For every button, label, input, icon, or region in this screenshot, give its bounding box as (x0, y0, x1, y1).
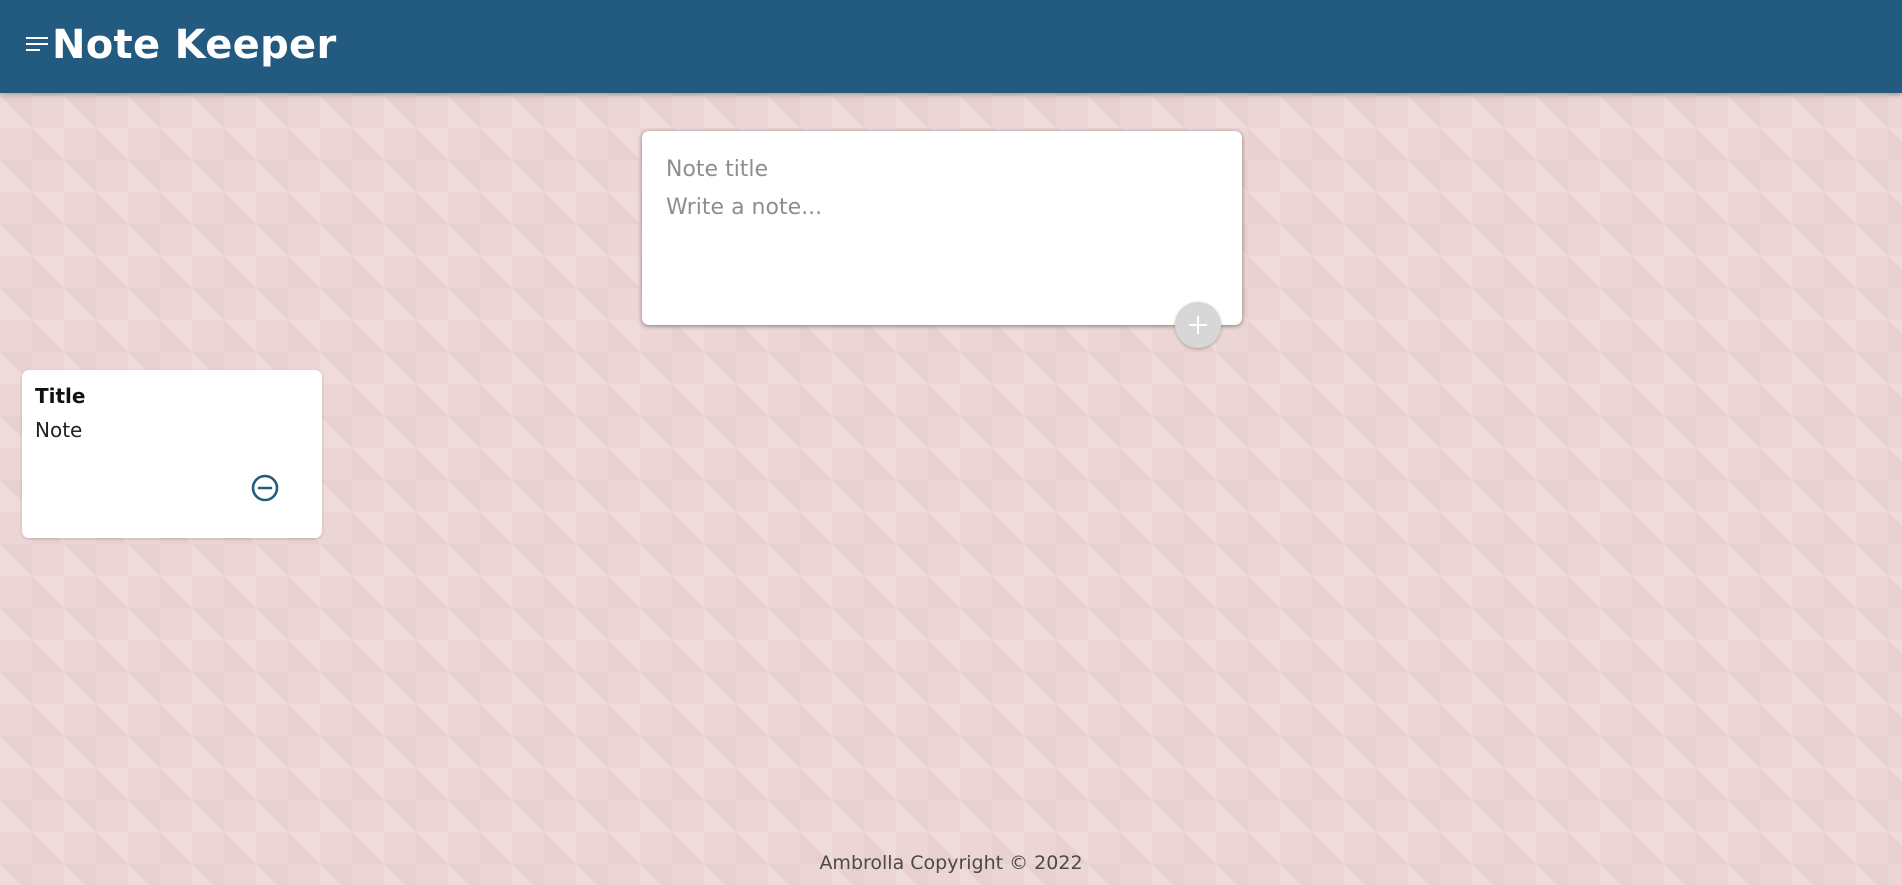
plus-icon (1189, 324, 1207, 326)
note-composer (642, 131, 1242, 325)
note-content: Note (35, 418, 83, 442)
note-title-input[interactable] (666, 153, 1216, 185)
menu-icon[interactable] (26, 37, 48, 53)
minus-circle-icon (251, 474, 279, 502)
menu-icon-line (26, 43, 48, 45)
footer-copyright: Ambrolla Copyright © 2022 (819, 852, 1083, 874)
delete-note-button[interactable] (250, 473, 280, 503)
menu-icon-line (26, 49, 40, 51)
note-content-input[interactable] (666, 193, 1216, 303)
add-note-button[interactable] (1175, 302, 1221, 348)
note-card: Title Note (22, 370, 322, 538)
menu-icon-line (26, 37, 48, 39)
note-title: Title (35, 384, 86, 408)
app-title: Note Keeper (52, 22, 337, 68)
app-header: Note Keeper (0, 0, 1902, 93)
